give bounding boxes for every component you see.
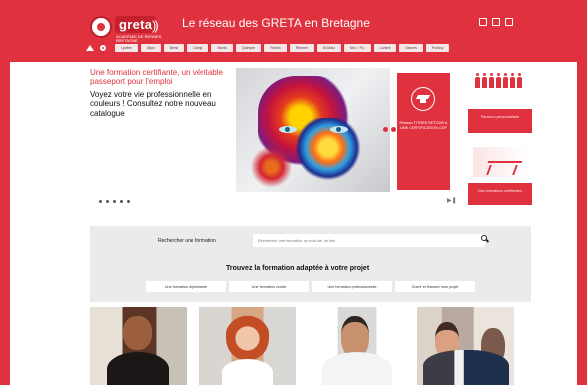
side-card-label: Nos formations certifiantes <box>478 189 522 193</box>
facebook-icon[interactable] <box>479 18 487 26</box>
find-training-heading: Trouvez la formation adaptée à votre pro… <box>226 265 370 272</box>
main-navigation: Lycées Dijon Brest Camp Monts Quimper Re… <box>86 44 450 52</box>
side-card-band: Parcours personnalisés <box>468 109 532 133</box>
portrait-caption: Des parcours personnalisés <box>223 380 271 385</box>
nav-item-2[interactable]: Dijon <box>140 44 161 52</box>
person-icon <box>503 73 508 88</box>
portrait-caption: Avec un financement <box>441 380 489 385</box>
painted-face-image[interactable] <box>236 68 390 192</box>
carousel-dot[interactable] <box>127 200 130 203</box>
site-title: Le réseau des GRETA en Bretagne <box>182 16 370 30</box>
waves-icon: )) <box>152 18 159 33</box>
nav-item-10[interactable]: Mor. / Fo. <box>343 44 371 52</box>
side-card-personal-path[interactable]: Parcours personnalisés <box>468 69 532 133</box>
desk-icon <box>485 161 523 168</box>
training-search-panel: Rechercher une formation Trouvez la form… <box>90 226 531 302</box>
person-icon <box>475 73 480 88</box>
portrait-card[interactable]: Une formation diplômante <box>90 307 187 385</box>
paint-splash-shape <box>244 146 299 188</box>
search-input[interactable] <box>253 234 485 247</box>
side-card-label: Parcours personnalisés <box>480 115 520 119</box>
website-page: greta ACADÉMIE DE RENNES BRETAGNE )) Le … <box>10 6 577 385</box>
greta-logo[interactable]: greta ACADÉMIE DE RENNES BRETAGNE )) <box>90 12 172 46</box>
carousel-next-icon[interactable]: ▶❚ <box>447 197 457 204</box>
nav-item-5[interactable]: Monts <box>211 44 233 52</box>
carousel-pager <box>99 200 130 203</box>
brand-word: greta <box>115 16 157 33</box>
settings-icon[interactable] <box>100 45 106 51</box>
graduation-cap-icon <box>411 87 435 111</box>
nav-item-6[interactable]: Quimper <box>236 44 262 52</box>
twitter-icon[interactable] <box>492 18 500 26</box>
nav-item-9[interactable]: St-Malo <box>316 44 341 52</box>
training-filters: Une formation diplômante Une formation c… <box>146 281 475 292</box>
filter-button[interactable]: Une formation professionnelle <box>312 281 392 292</box>
hero-body: Voyez votre vie professionnelle en coule… <box>90 89 216 118</box>
filter-button[interactable]: Ouvrir et financer mon projet <box>395 281 475 292</box>
portrait-card[interactable]: Un projet de formation <box>308 307 405 385</box>
search-label: Rechercher une formation <box>158 238 216 244</box>
hero-headline: Une formation certifiante, un véritable … <box>90 68 223 87</box>
person-icon <box>482 73 487 88</box>
side-card-certified-training[interactable]: Nos formations certifiantes <box>468 141 532 205</box>
nav-item-8[interactable]: Rennes <box>289 44 314 52</box>
carousel-pointer-dot <box>391 127 396 132</box>
portrait-links: Une formation diplômante Des parcours pe… <box>90 307 514 385</box>
filter-button[interactable]: Une formation diplômante <box>146 281 226 292</box>
portrait-card[interactable]: Des parcours personnalisés <box>199 307 296 385</box>
portrait-card[interactable]: Avec un financement <box>417 307 514 385</box>
person-icon <box>496 73 501 88</box>
person-icon <box>510 73 515 88</box>
hero-cta-card[interactable]: Réseau TITRES RETOUR A UNE CERTIFICATION… <box>397 73 450 190</box>
carousel-dot[interactable] <box>99 200 102 203</box>
social-links <box>479 18 513 26</box>
hero-copy[interactable]: Une formation certifiante, un véritable … <box>90 68 236 118</box>
rss-icon[interactable] <box>505 18 513 26</box>
classroom-image <box>473 147 527 177</box>
side-card-band: Nos formations certifiantes <box>468 183 532 205</box>
eye-icon <box>279 126 297 133</box>
nav-item-13[interactable]: Pontivy <box>426 44 450 52</box>
brand-tagline: ACADÉMIE DE RENNES BRETAGNE <box>116 34 162 44</box>
person-icon <box>517 73 522 88</box>
paint-splash-shape <box>290 118 366 184</box>
nav-item-7[interactable]: Redon <box>264 44 287 52</box>
hero-cta-text: Réseau TITRES RETOUR A UNE CERTIFICATION… <box>399 121 448 130</box>
search-icon[interactable] <box>481 235 489 243</box>
carousel-dot[interactable] <box>106 200 109 203</box>
header: greta ACADÉMIE DE RENNES BRETAGNE )) Le … <box>10 6 577 62</box>
nav-item-3[interactable]: Brest <box>163 44 185 52</box>
filter-button[interactable]: Une formation courte <box>229 281 309 292</box>
carousel-dot[interactable] <box>113 200 116 203</box>
eye-icon <box>330 126 348 133</box>
nav-item-11[interactable]: Lorient <box>373 44 397 52</box>
people-icon <box>475 73 522 88</box>
carousel-dot[interactable] <box>120 200 123 203</box>
carousel-pointer-dot <box>383 127 388 132</box>
nav-item-4[interactable]: Camp <box>187 44 209 52</box>
portrait-caption: Une formation diplômante <box>114 380 162 385</box>
person-icon <box>489 73 494 88</box>
marianne-badge-icon <box>90 16 112 38</box>
home-icon[interactable] <box>86 45 94 51</box>
portrait-caption: Un projet de formation <box>332 380 380 385</box>
nav-item-12[interactable]: Vannes <box>399 44 423 52</box>
nav-item-1[interactable]: Lycées <box>115 44 138 52</box>
